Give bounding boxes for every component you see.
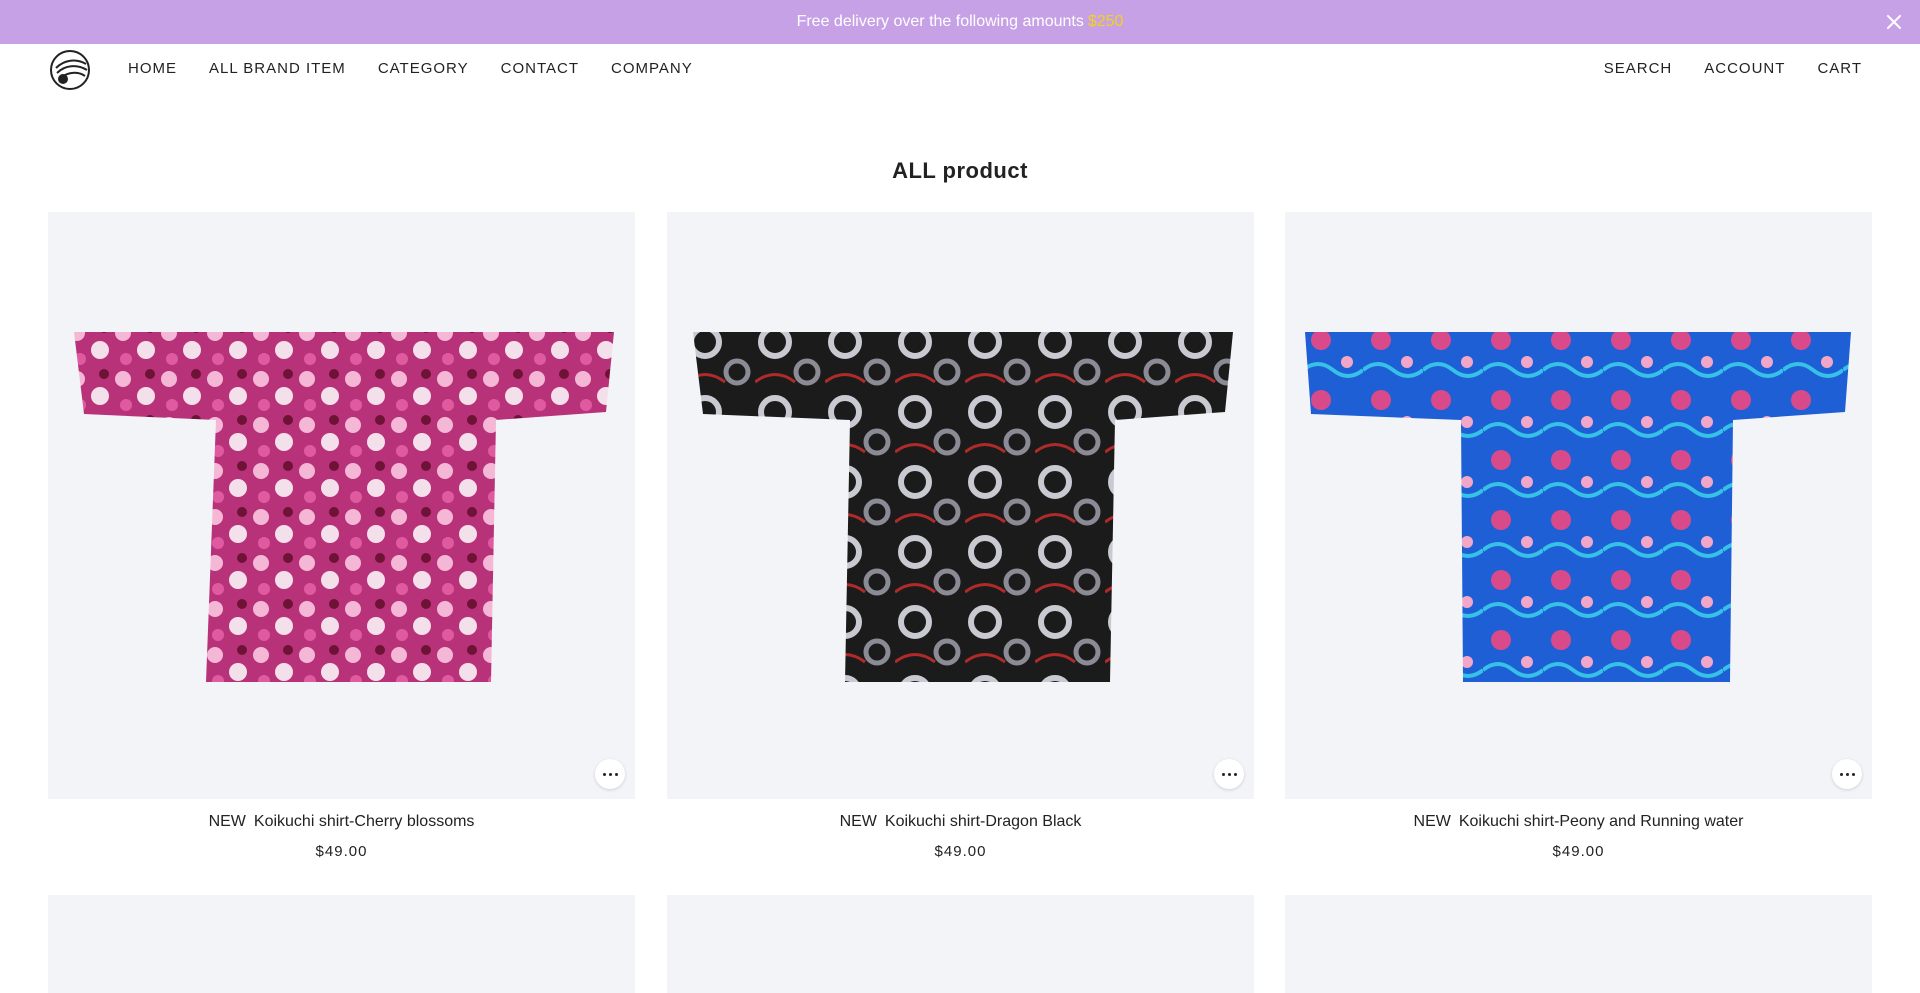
product-name: Koikuchi shirt-Dragon Black bbox=[884, 813, 1082, 830]
more-options-button[interactable] bbox=[595, 759, 625, 789]
product-image[interactable] bbox=[48, 212, 635, 799]
new-badge: NEW bbox=[208, 813, 246, 830]
product-image[interactable] bbox=[667, 212, 1254, 799]
product-price: $49.00 bbox=[934, 843, 987, 860]
product-image[interactable] bbox=[48, 895, 635, 993]
nav-account[interactable]: ACCOUNT bbox=[1704, 60, 1785, 77]
announcement-bar: Free delivery over the following amounts… bbox=[0, 0, 1920, 44]
page-title: ALL product bbox=[892, 158, 1028, 183]
product-card[interactable] bbox=[1285, 895, 1872, 993]
announcement-amount: $250 bbox=[1087, 13, 1124, 30]
site-header: HOME ALL BRAND ITEM CATEGORY CONTACT COM… bbox=[0, 44, 1920, 92]
product-price: $49.00 bbox=[315, 843, 368, 860]
shirt-image bbox=[74, 332, 614, 682]
product-image[interactable] bbox=[1285, 895, 1872, 993]
product-title[interactable]: NEW Koikuchi shirt-Dragon Black bbox=[667, 813, 1254, 831]
new-badge: NEW bbox=[1413, 813, 1451, 830]
nav-company[interactable]: COMPANY bbox=[611, 60, 693, 77]
product-card[interactable] bbox=[667, 895, 1254, 993]
product-card[interactable]: NEW Koikuchi shirt-Peony and Running wate… bbox=[1285, 212, 1872, 860]
close-icon[interactable] bbox=[1882, 10, 1906, 34]
nav-contact[interactable]: CONTACT bbox=[501, 60, 579, 77]
shirt-image bbox=[693, 332, 1233, 682]
product-name: Koikuchi shirt-Peony and Running water bbox=[1458, 813, 1744, 830]
nav-home[interactable]: HOME bbox=[128, 60, 177, 77]
product-card[interactable]: NEW Koikuchi shirt-Dragon Black $49.00 bbox=[667, 212, 1254, 860]
primary-nav: HOME ALL BRAND ITEM CATEGORY CONTACT COM… bbox=[128, 60, 693, 77]
nav-category[interactable]: CATEGORY bbox=[378, 60, 469, 77]
announcement-text: Free delivery over the following amounts bbox=[796, 13, 1084, 30]
nav-search[interactable]: SEARCH bbox=[1604, 60, 1673, 77]
product-card[interactable]: NEW Koikuchi shirt-Cherry blossoms $49.00 bbox=[48, 212, 635, 860]
product-image[interactable] bbox=[1285, 212, 1872, 799]
product-name: Koikuchi shirt-Cherry blossoms bbox=[253, 813, 475, 830]
shirt-image bbox=[1305, 332, 1851, 682]
new-badge: NEW bbox=[839, 813, 877, 830]
more-options-button[interactable] bbox=[1214, 759, 1244, 789]
product-title[interactable]: NEW Koikuchi shirt-Peony and Running wate… bbox=[1285, 813, 1872, 831]
product-title[interactable]: NEW Koikuchi shirt-Cherry blossoms bbox=[48, 813, 635, 831]
utility-nav: SEARCH ACCOUNT CART bbox=[1604, 60, 1862, 77]
product-card[interactable] bbox=[48, 895, 635, 993]
nav-all-brand-item[interactable]: ALL BRAND ITEM bbox=[209, 60, 346, 77]
product-image[interactable] bbox=[667, 895, 1254, 993]
nav-cart[interactable]: CART bbox=[1817, 60, 1862, 77]
more-options-button[interactable] bbox=[1832, 759, 1862, 789]
brand-logo[interactable] bbox=[48, 48, 92, 92]
product-price: $49.00 bbox=[1552, 843, 1605, 860]
